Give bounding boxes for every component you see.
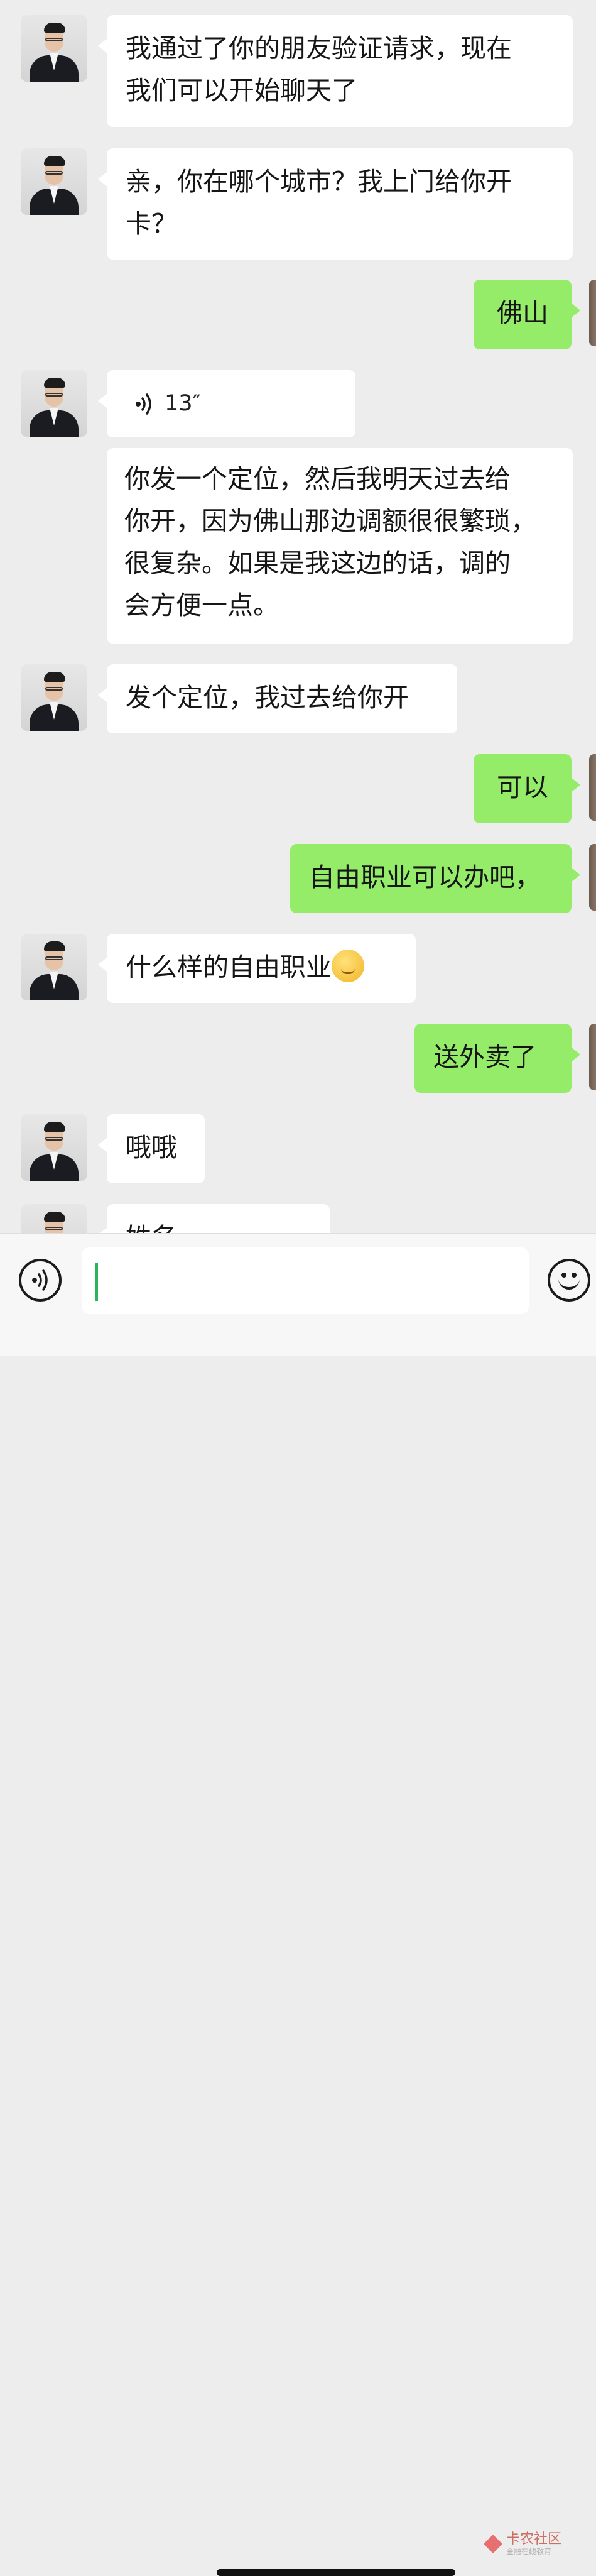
voice-transcription[interactable]: 你发一个定位，然后我明天过去给 你开，因为佛山那边调额很很繁琐， 很复杂。如果是… [107,448,573,644]
contact-avatar[interactable] [21,148,87,215]
voice-wave-icon [32,1269,48,1291]
thinking-face-icon [332,950,364,982]
contact-avatar[interactable] [21,370,87,437]
incoming-message[interactable]: 亲，你在哪个城市？我上门给你开 卡？ [98,148,573,260]
kanong-logo-icon [484,2535,502,2553]
outgoing-message[interactable]: 可以 [474,754,580,823]
voice-input-button[interactable] [19,1259,62,1302]
chat-input-bar: 卡农社区 金融在线教育 [0,1233,596,2576]
watermark-title: 卡农社区 [506,2531,562,2547]
my-avatar[interactable] [589,754,596,821]
my-avatar[interactable] [589,280,596,346]
emoji-button[interactable] [548,1259,590,1302]
incoming-message[interactable]: 什么样的自由职业 [98,934,416,1003]
contact-avatar[interactable] [21,1114,87,1181]
home-indicator[interactable] [217,2569,455,2576]
message-input[interactable] [82,1247,529,1314]
watermark-subtitle: 金融在线教育 [506,2547,552,2556]
contact-avatar[interactable] [21,1204,87,1233]
contact-avatar[interactable] [21,664,87,731]
chat-message-list[interactable]: 我通过了你的朋友验证请求，现在 我们可以开始聊天了 亲，你在哪个城市？我上门给你… [0,0,596,1233]
contact-avatar[interactable] [21,934,87,1000]
incoming-message[interactable]: 哦哦 [98,1114,205,1183]
watermark: 卡农社区 金融在线教育 [484,2532,561,2556]
outgoing-message[interactable]: 送外卖了 [414,1024,580,1093]
message-text: 什么样的自由职业 [126,952,332,982]
outgoing-message[interactable]: 佛山 [474,280,580,349]
incoming-message[interactable]: 我通过了你的朋友验证请求，现在 我们可以开始聊天了 [98,15,573,127]
text-caret [95,1263,98,1301]
voice-message[interactable]: 13″ [98,370,355,437]
voice-duration: 13″ [165,391,201,416]
my-avatar[interactable] [589,844,596,911]
contact-avatar[interactable] [21,15,87,82]
incoming-message[interactable]: 发个定位，我过去给你开 [98,664,457,733]
incoming-message[interactable]: 姓名 [98,1204,330,1233]
voice-wave-icon [136,393,151,415]
outgoing-message[interactable]: 自由职业可以办吧， [290,844,580,913]
my-avatar[interactable] [589,1024,596,1090]
